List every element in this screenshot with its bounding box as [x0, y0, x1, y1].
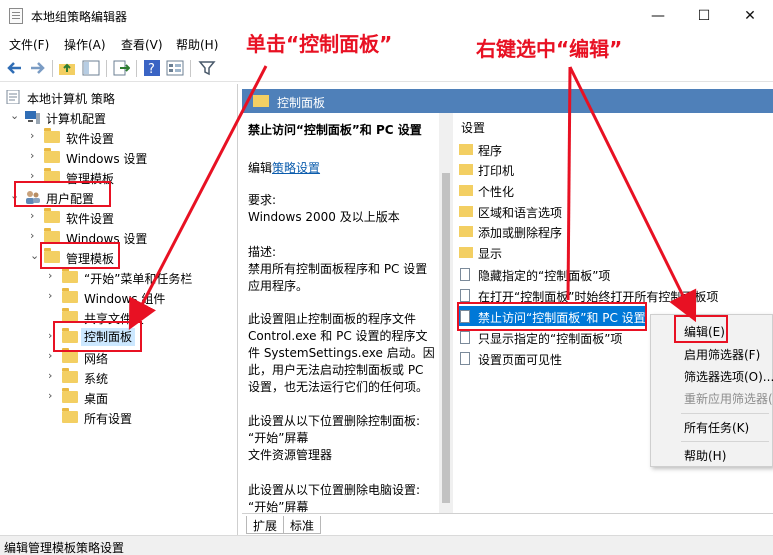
arrow-to-control-panel — [128, 65, 268, 330]
arrow-line-down — [566, 66, 572, 301]
annotation-arrows — [128, 65, 697, 330]
arrow-to-edit — [568, 66, 697, 323]
